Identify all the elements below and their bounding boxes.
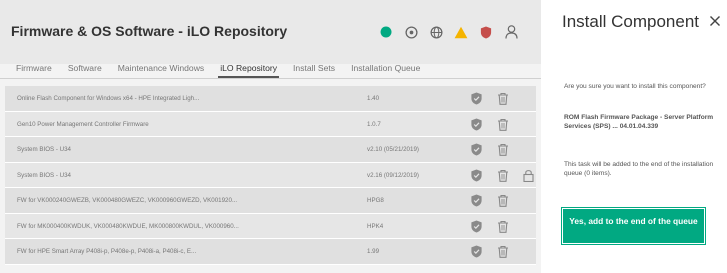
install-shield-icon[interactable] bbox=[470, 194, 483, 207]
component-name-cell: Online Flash Component for Windows x64 -… bbox=[17, 95, 200, 102]
component-name-cell: FW for HPE Smart Array P408i-p, P408e-p,… bbox=[17, 248, 197, 255]
uid-icon[interactable] bbox=[403, 24, 419, 40]
trash-icon[interactable] bbox=[497, 92, 510, 105]
tab-maintenance-windows[interactable]: Maintenance Windows bbox=[110, 60, 212, 78]
add-to-queue-button[interactable]: Yes, add to the end of the queue bbox=[561, 207, 706, 245]
table-row[interactable]: Gen10 Power Management Controller Firmwa… bbox=[5, 111, 536, 137]
header-bar: Firmware & OS Software - iLO Repository bbox=[0, 0, 541, 64]
table-row[interactable]: FW for MK000400KWDUK, VK000480KWDUE, MK0… bbox=[5, 213, 536, 239]
install-shield-icon[interactable] bbox=[470, 117, 483, 131]
security-shield-icon[interactable] bbox=[478, 24, 494, 40]
queue-note: This task will be added to the end of th… bbox=[564, 161, 714, 177]
globe-icon[interactable] bbox=[428, 24, 444, 40]
trash-icon[interactable] bbox=[497, 169, 510, 182]
table-row[interactable]: FW for HPE Smart Array P408i-p, P408e-p,… bbox=[5, 239, 536, 265]
tab-installation-queue[interactable]: Installation Queue bbox=[343, 60, 428, 78]
install-shield-icon[interactable] bbox=[470, 219, 483, 233]
status-icons bbox=[378, 23, 519, 41]
version-cell: 1.0.7 bbox=[367, 120, 381, 128]
component-name-cell: Gen10 Power Management Controller Firmwa… bbox=[17, 120, 149, 128]
tabs-divider bbox=[0, 78, 541, 79]
close-icon[interactable] bbox=[709, 14, 721, 26]
component-name-cell: System BIOS - U34 bbox=[17, 146, 71, 153]
tab-firmware[interactable]: Firmware bbox=[8, 60, 60, 78]
repository-table: Online Flash Component for Windows x64 -… bbox=[5, 86, 536, 265]
version-cell: 1.99 bbox=[367, 248, 380, 255]
trash-icon[interactable] bbox=[497, 220, 510, 233]
trash-icon[interactable] bbox=[497, 143, 510, 156]
trash-icon[interactable] bbox=[497, 245, 510, 258]
install-shield-icon[interactable] bbox=[470, 92, 483, 105]
trash-icon[interactable] bbox=[497, 194, 510, 207]
version-cell: v2.16 (09/12/2019) bbox=[367, 171, 419, 179]
warning-icon[interactable] bbox=[453, 24, 469, 40]
component-name-cell: FW for VK000240GWEZB, VK000480GWEZC, VK0… bbox=[17, 197, 238, 204]
lock-icon bbox=[523, 169, 536, 182]
table-row[interactable]: FW for VK000240GWEZB, VK000480GWEZC, VK0… bbox=[5, 188, 536, 214]
component-name-cell: FW for MK000400KWDUK, VK000480KWDUE, MK0… bbox=[17, 222, 239, 230]
version-cell: HPG8 bbox=[367, 197, 384, 204]
install-shield-icon[interactable] bbox=[470, 143, 483, 156]
page-title: Firmware & OS Software - iLO Repository bbox=[11, 23, 288, 39]
version-cell: 1.40 bbox=[367, 95, 380, 102]
user-icon[interactable] bbox=[503, 24, 519, 40]
table-row[interactable]: Online Flash Component for Windows x64 -… bbox=[5, 86, 536, 112]
tab-software[interactable]: Software bbox=[60, 60, 110, 78]
install-shield-icon[interactable] bbox=[470, 245, 483, 258]
confirm-question: Are you sure you want to install this co… bbox=[564, 83, 706, 90]
tab-install-sets[interactable]: Install Sets bbox=[285, 60, 343, 78]
selected-component-name: ROM Flash Firmware Package - Server Plat… bbox=[564, 114, 714, 130]
panel-title: Install Component bbox=[562, 12, 700, 31]
version-cell: v2.10 (05/21/2019) bbox=[367, 146, 419, 153]
component-name-cell: System BIOS - U34 bbox=[17, 171, 71, 179]
tab-ilo-repository[interactable]: iLO Repository bbox=[212, 60, 285, 78]
version-cell: HPK4 bbox=[367, 222, 384, 230]
install-shield-icon[interactable] bbox=[470, 168, 483, 182]
trash-icon[interactable] bbox=[497, 118, 510, 131]
main-content: Firmware & OS Software - iLO Repository bbox=[0, 0, 541, 273]
health-icon[interactable] bbox=[378, 24, 394, 40]
tab-bar: Firmware Software Maintenance Windows iL… bbox=[8, 60, 428, 78]
table-row[interactable]: System BIOS - U34 v2.16 (09/12/2019) bbox=[5, 162, 536, 188]
install-component-panel: Install Component Are you sure you want … bbox=[541, 0, 727, 273]
table-row[interactable]: System BIOS - U34 v2.10 (05/21/2019) bbox=[5, 137, 536, 163]
